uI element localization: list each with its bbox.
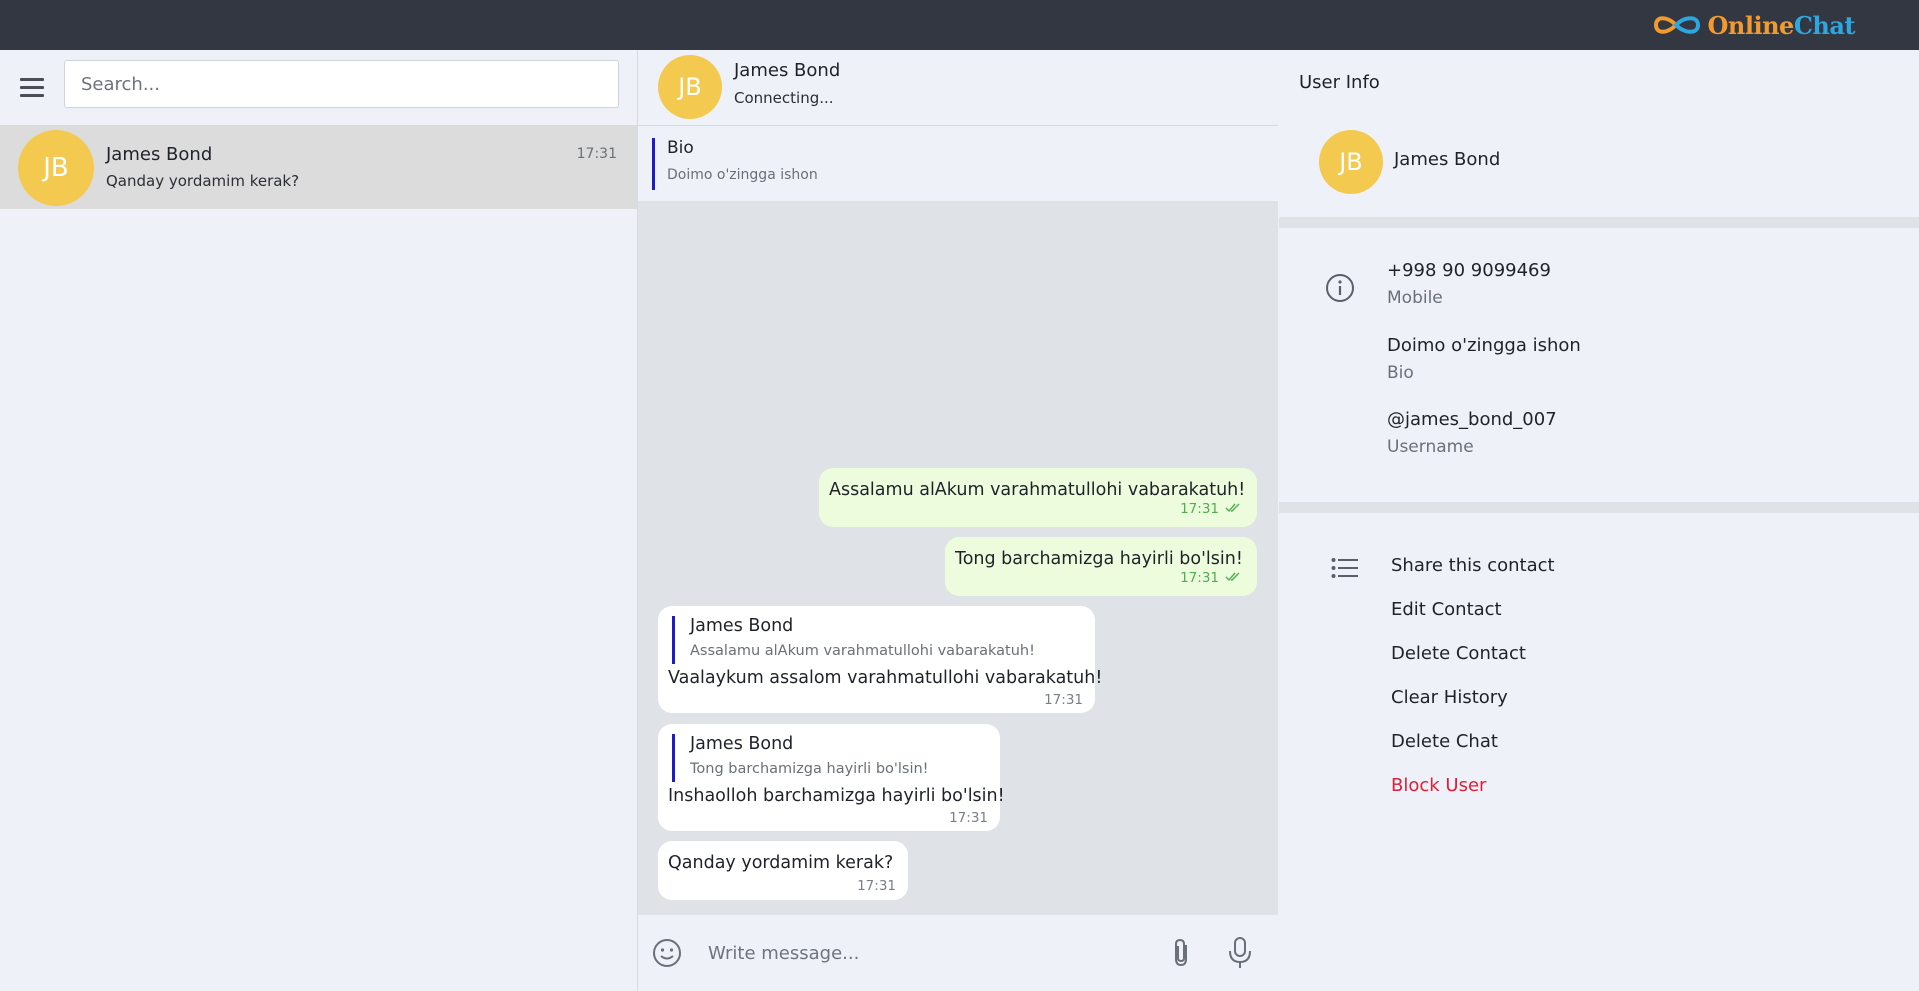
delete-chat-button[interactable]: Delete Chat <box>1391 731 1498 752</box>
microphone-icon[interactable] <box>1227 936 1253 970</box>
user-info-panel: User Info JB James Bond +998 90 9099469 … <box>1279 50 1919 991</box>
chat-list-item[interactable]: JB James Bond Qanday yordamim kerak? 17:… <box>0 125 637 209</box>
pinned-accent-line <box>652 138 655 190</box>
message-text: Vaalaykum assalom varahmatullohi vabarak… <box>668 668 1103 688</box>
message-time: 17:31 <box>857 878 896 894</box>
message-time-text: 17:31 <box>1180 501 1219 517</box>
reply-author: James Bond <box>690 734 794 754</box>
conversation-header[interactable]: JB James Bond Connecting... <box>638 50 1278 126</box>
pinned-bio-bar[interactable]: Bio Doimo o'zingga ishon <box>638 126 1278 201</box>
outgoing-message[interactable]: Assalamu alAkum varahmatullohi vabarakat… <box>819 468 1257 527</box>
share-contact-button[interactable]: Share this contact <box>1391 555 1555 576</box>
message-time: 17:31 <box>1044 692 1083 708</box>
pinned-title: Bio <box>667 138 694 158</box>
conversation-panel: JB James Bond Connecting... Bio Doimo o'… <box>638 50 1278 991</box>
bio-label: Bio <box>1387 363 1414 383</box>
username-value[interactable]: @james_bond_007 <box>1387 409 1557 430</box>
section-divider <box>1279 217 1919 228</box>
reply-accent-line <box>672 616 675 664</box>
message-time: 17:31 <box>949 810 988 826</box>
message-time: 17:31 <box>1180 501 1243 517</box>
compose-bar <box>638 915 1278 991</box>
double-check-icon <box>1225 572 1240 582</box>
chat-last-message: Qanday yordamim kerak? <box>106 172 300 190</box>
reply-accent-line <box>672 734 675 782</box>
outgoing-message[interactable]: Tong barchamizga hayirli bo'lsin! 17:31 <box>945 537 1257 596</box>
edit-contact-button[interactable]: Edit Contact <box>1391 599 1502 620</box>
hamburger-menu-icon[interactable] <box>20 73 50 103</box>
double-check-icon <box>1225 503 1240 513</box>
chat-list-header <box>0 50 637 125</box>
brand-logo[interactable]: OnlineChat <box>1652 8 1856 42</box>
message-time: 17:31 <box>1180 570 1243 586</box>
block-user-button[interactable]: Block User <box>1391 775 1486 796</box>
list-icon <box>1331 558 1358 578</box>
bio-value[interactable]: Doimo o'zingga ishon <box>1387 335 1581 356</box>
reply-author: James Bond <box>690 616 794 636</box>
chat-list-panel: JB James Bond Qanday yordamim kerak? 17:… <box>0 50 638 991</box>
brand-name: OnlineChat <box>1708 11 1856 40</box>
avatar: JB <box>658 55 722 119</box>
pinned-text: Doimo o'zingga ishon <box>667 167 818 183</box>
user-profile-header: User Info JB James Bond <box>1279 50 1919 217</box>
emoji-icon[interactable] <box>652 938 682 968</box>
top-bar: OnlineChat <box>0 0 1919 50</box>
chat-time: 17:31 <box>576 146 617 162</box>
conversation-title: James Bond <box>734 60 841 81</box>
infinity-logo-icon <box>1653 16 1700 34</box>
incoming-message[interactable]: James Bond Tong barchamizga hayirli bo'l… <box>658 724 1005 831</box>
connection-status: Connecting... <box>734 89 834 107</box>
clear-history-button[interactable]: Clear History <box>1391 687 1508 708</box>
delete-contact-button[interactable]: Delete Contact <box>1391 643 1526 664</box>
section-divider <box>1279 502 1919 513</box>
chat-name: James Bond <box>106 144 213 165</box>
message-text: Tong barchamizga hayirli bo'lsin! <box>955 549 1243 569</box>
phone-label: Mobile <box>1387 288 1443 308</box>
avatar: JB <box>18 130 94 206</box>
reply-text: Tong barchamizga hayirli bo'lsin! <box>690 761 929 777</box>
message-input[interactable] <box>708 935 1158 971</box>
brand-name-online: Online <box>1707 10 1795 40</box>
message-text: Inshaolloh barchamizga hayirli bo'lsin! <box>668 786 1005 806</box>
message-time-text: 17:31 <box>1180 570 1219 586</box>
brand-name-chat: Chat <box>1793 10 1856 40</box>
reply-text: Assalamu alAkum varahmatullohi vabarakat… <box>690 643 1035 659</box>
phone-number[interactable]: +998 90 9099469 <box>1387 260 1551 281</box>
message-text: Qanday yordamim kerak? <box>668 853 894 873</box>
message-text: Assalamu alAkum varahmatullohi vabarakat… <box>829 480 1246 500</box>
incoming-message[interactable]: James Bond Assalamu alAkum varahmatulloh… <box>658 606 1102 713</box>
incoming-message[interactable]: Qanday yordamim kerak? 17:31 <box>658 841 908 900</box>
info-icon <box>1326 274 1354 302</box>
panel-title: User Info <box>1299 72 1380 93</box>
username-label: Username <box>1387 437 1474 457</box>
search-input[interactable] <box>64 60 619 108</box>
avatar: JB <box>1319 130 1383 194</box>
paperclip-icon[interactable] <box>1168 937 1196 969</box>
user-name: James Bond <box>1394 149 1501 170</box>
